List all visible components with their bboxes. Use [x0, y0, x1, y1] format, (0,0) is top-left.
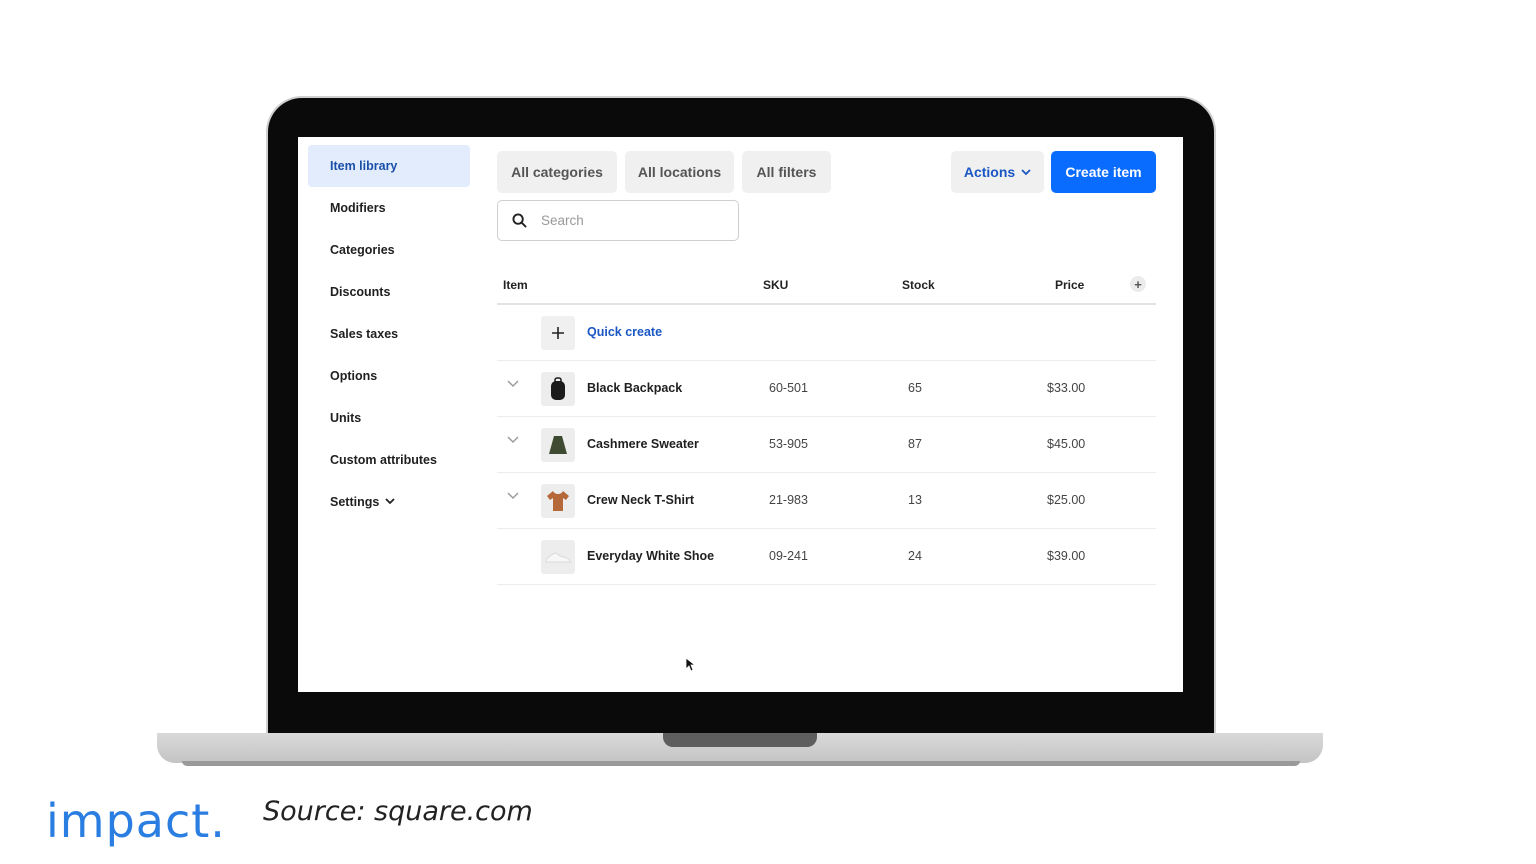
- item-price: $45.00: [1047, 437, 1086, 451]
- item-stock: 65: [908, 381, 922, 395]
- sidebar-item-units[interactable]: Units: [308, 397, 470, 439]
- sidebar-item-options[interactable]: Options: [308, 355, 470, 397]
- item-sku: 21-983: [769, 493, 808, 507]
- column-header-stock[interactable]: Stock: [902, 278, 935, 292]
- app-screen: Item library Modifiers Categories Discou…: [298, 137, 1183, 692]
- table-header: Item SKU Stock Price +: [497, 269, 1156, 305]
- item-name[interactable]: Cashmere Sweater: [587, 437, 699, 451]
- item-sku: 53-905: [769, 437, 808, 451]
- laptop-notch: [663, 733, 817, 747]
- column-header-price[interactable]: Price: [1055, 278, 1084, 292]
- sidebar-item-discounts[interactable]: Discounts: [308, 271, 470, 313]
- quick-create-row[interactable]: Quick create: [497, 305, 1156, 361]
- item-stock: 24: [908, 549, 922, 563]
- source-caption: Source: square.com: [263, 796, 533, 827]
- sidebar-item-label: Discounts: [330, 285, 391, 299]
- create-item-button[interactable]: Create item: [1051, 151, 1156, 193]
- item-price: $39.00: [1047, 549, 1086, 563]
- sidebar-item-label: Item library: [330, 159, 398, 173]
- sidebar-item-label: Categories: [330, 243, 395, 257]
- item-stock: 13: [908, 493, 922, 507]
- search-input[interactable]: [539, 212, 713, 229]
- quick-create-link[interactable]: Quick create: [587, 325, 662, 339]
- chevron-down-icon: [1021, 168, 1031, 176]
- item-price: $33.00: [1047, 381, 1086, 395]
- sidebar-item-label: Options: [330, 369, 378, 383]
- backpack-icon: [541, 372, 575, 406]
- sidebar-item-item-library[interactable]: Item library: [308, 145, 470, 187]
- chevron-down-icon[interactable]: [507, 435, 521, 449]
- filter-all-categories[interactable]: All categories: [497, 151, 617, 193]
- mouse-cursor-icon: [685, 657, 697, 677]
- search-icon: [512, 213, 527, 228]
- column-header-item[interactable]: Item: [503, 278, 528, 292]
- table-row[interactable]: Cashmere Sweater 53-905 87 $45.00: [497, 417, 1156, 473]
- item-sku: 09-241: [769, 549, 808, 563]
- table-row[interactable]: Everyday White Shoe 09-241 24 $39.00: [497, 529, 1156, 585]
- chevron-down-icon[interactable]: [507, 491, 521, 505]
- item-name[interactable]: Crew Neck T-Shirt: [587, 493, 694, 507]
- chevron-down-icon[interactable]: [507, 379, 521, 393]
- sidebar-item-label: Units: [330, 411, 362, 425]
- item-sku: 60-501: [769, 381, 808, 395]
- laptop-base-shadow: [182, 761, 1300, 766]
- shoe-icon: [541, 540, 575, 574]
- item-name[interactable]: Everyday White Shoe: [587, 549, 714, 563]
- item-stock: 87: [908, 437, 922, 451]
- chevron-down-icon: [385, 497, 395, 508]
- actions-button[interactable]: Actions: [951, 151, 1044, 193]
- filter-all-filters[interactable]: All filters: [742, 151, 831, 193]
- column-header-sku[interactable]: SKU: [763, 278, 788, 292]
- tshirt-icon: [541, 484, 575, 518]
- sidebar-item-sales-taxes[interactable]: Sales taxes: [308, 313, 470, 355]
- sidebar-item-label: Settings: [330, 495, 380, 509]
- sidebar-item-label: Modifiers: [330, 201, 386, 215]
- sidebar-item-label: Custom attributes: [330, 453, 437, 467]
- item-price: $25.00: [1047, 493, 1086, 507]
- actions-label: Actions: [963, 164, 1016, 180]
- sidebar-item-settings[interactable]: Settings: [308, 481, 470, 523]
- item-name[interactable]: Black Backpack: [587, 381, 682, 395]
- impact-logo: impact.: [46, 794, 226, 848]
- filter-all-locations[interactable]: All locations: [625, 151, 734, 193]
- sidebar-item-categories[interactable]: Categories: [308, 229, 470, 271]
- table-row[interactable]: Black Backpack 60-501 65 $33.00: [497, 361, 1156, 417]
- sweater-icon: [541, 428, 575, 462]
- sidebar-item-custom-attributes[interactable]: Custom attributes: [308, 439, 470, 481]
- add-column-button[interactable]: +: [1130, 276, 1146, 292]
- plus-icon[interactable]: [541, 316, 575, 350]
- sidebar-item-modifiers[interactable]: Modifiers: [308, 187, 470, 229]
- items-table: Item SKU Stock Price + Quick create Blac…: [497, 269, 1156, 585]
- sidebar-item-label: Sales taxes: [330, 327, 399, 341]
- sidebar: Item library Modifiers Categories Discou…: [308, 145, 470, 523]
- table-row[interactable]: Crew Neck T-Shirt 21-983 13 $25.00: [497, 473, 1156, 529]
- search-field[interactable]: [497, 200, 739, 241]
